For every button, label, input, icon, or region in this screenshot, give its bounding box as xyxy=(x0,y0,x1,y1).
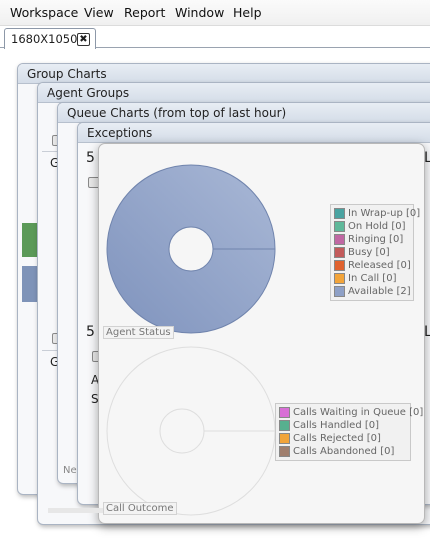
menu-view[interactable]: View xyxy=(84,5,114,20)
close-icon[interactable]: ✖ xyxy=(77,33,90,46)
legend-swatch xyxy=(334,221,345,232)
legend-swatch xyxy=(279,420,290,431)
legend-swatch xyxy=(279,407,290,418)
fragment-5: 5 xyxy=(86,150,95,166)
call-outcome-label: Call Outcome xyxy=(103,502,177,515)
legend-swatch xyxy=(334,234,345,245)
legend-text: Calls Waiting in Queue [0] xyxy=(293,407,424,418)
agent_status-legend-item: On Hold [0] xyxy=(334,220,410,233)
legend-text: Busy [0] xyxy=(348,247,390,258)
horizontal-scrollbar[interactable] xyxy=(48,508,103,513)
call_outcome-legend-item: Calls Handled [0] xyxy=(279,419,407,432)
legend-swatch xyxy=(334,273,345,284)
group-charts-title[interactable]: Group Charts xyxy=(18,64,430,84)
agent_status-legend-item: Ringing [0] xyxy=(334,233,410,246)
agent_status-legend-item: In Call [0] xyxy=(334,272,410,285)
agent-groups-title[interactable]: Agent Groups xyxy=(38,83,430,103)
menu-report[interactable]: Report xyxy=(124,5,165,20)
queue-charts-title[interactable]: Queue Charts (from top of last hour) xyxy=(58,103,430,123)
agent_status-legend-item: Available [2] xyxy=(334,285,411,298)
legend-text: Released [0] xyxy=(348,260,411,271)
chart-popup: Agent Status Call Outcome In Wrap-up [0]… xyxy=(98,143,425,524)
menu-window[interactable]: Window xyxy=(175,5,224,20)
legend-swatch xyxy=(334,260,345,271)
fragment-5: 5 xyxy=(86,324,95,340)
menu-help[interactable]: Help xyxy=(233,5,262,20)
call_outcome-legend-item: Calls Abandoned [0] xyxy=(279,445,407,458)
call_outcome-legend-item: Calls Rejected [0] xyxy=(279,432,407,445)
legend-text: Ringing [0] xyxy=(348,234,404,245)
agent-status-legend: In Wrap-up [0] On Hold [0] Ringing [0] Busy… xyxy=(330,204,420,301)
tab-1680x1050[interactable]: 1680X1050 ✖ xyxy=(4,28,96,49)
agent_status-legend-item: Released [0] xyxy=(334,259,411,272)
agent_status-legend-item: Busy [0] xyxy=(334,246,410,259)
legend-swatch xyxy=(279,433,290,444)
menu-workspace[interactable]: Workspace xyxy=(10,5,78,20)
legend-text: Available [2] xyxy=(348,286,411,297)
legend-swatch xyxy=(334,247,345,258)
legend-swatch xyxy=(279,446,290,457)
call-outcome-hole xyxy=(159,408,205,454)
legend-text: In Wrap-up [0] xyxy=(348,208,421,219)
tab-label: 1680X1050 xyxy=(11,32,78,46)
menu-bar: Workspace View Report Window Help xyxy=(0,0,430,26)
legend-swatch xyxy=(334,208,345,219)
tab-strip: 1680X1050 ✖ xyxy=(0,26,430,49)
agent-status-label: Agent Status xyxy=(103,326,174,339)
agent_status-legend-item: In Wrap-up [0] xyxy=(334,207,420,220)
legend-swatch xyxy=(334,286,345,297)
legend-text: Calls Handled [0] xyxy=(293,420,380,431)
legend-text: On Hold [0] xyxy=(348,221,406,232)
fragment-ne: Ne xyxy=(63,465,77,476)
call_outcome-legend-item: Calls Waiting in Queue [0] xyxy=(279,406,423,419)
legend-text: Calls Abandoned [0] xyxy=(293,446,395,457)
exceptions-title[interactable]: Exceptions xyxy=(78,123,430,143)
legend-text: In Call [0] xyxy=(348,273,397,284)
legend-text: Calls Rejected [0] xyxy=(293,433,381,444)
call-outcome-legend: Calls Waiting in Queue [0] Calls Handled … xyxy=(275,403,423,461)
